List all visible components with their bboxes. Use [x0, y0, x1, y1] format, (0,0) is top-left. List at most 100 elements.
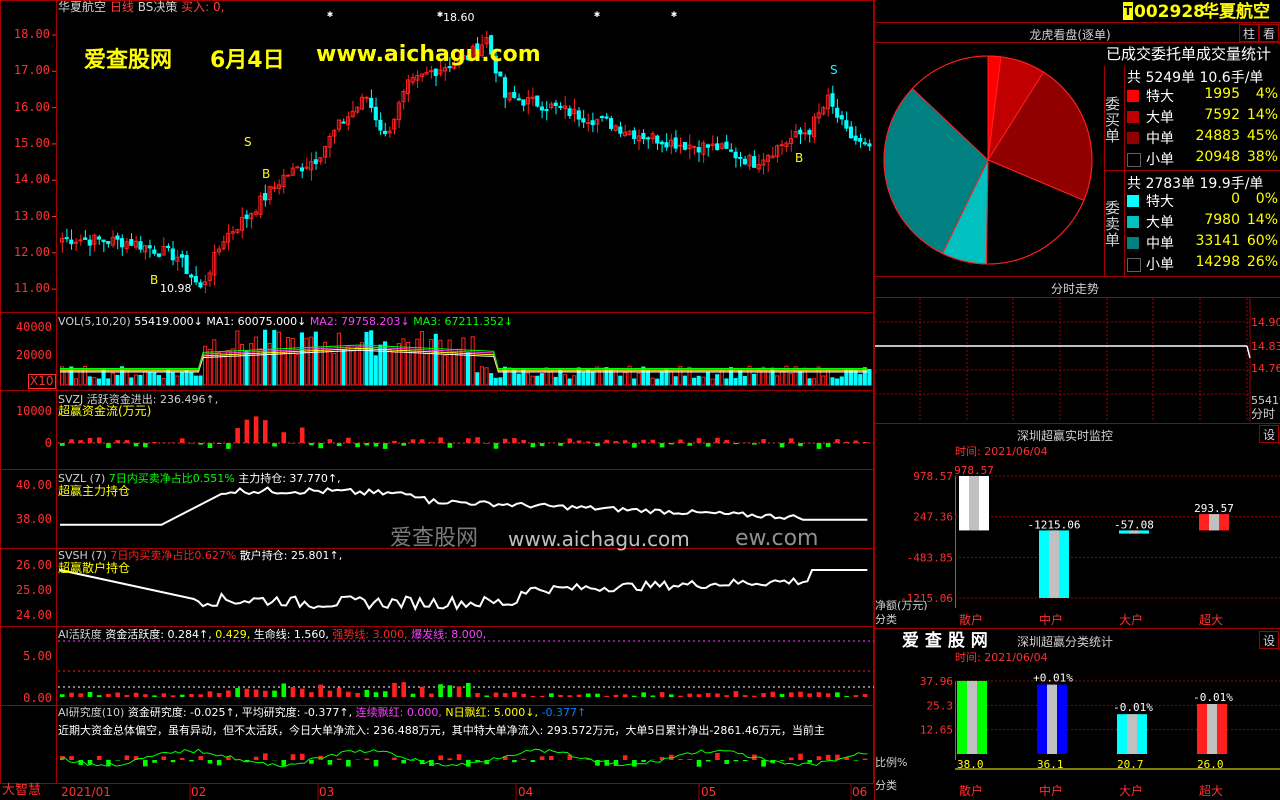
rt-category-label: 中户: [1039, 612, 1063, 627]
candle-body: [742, 158, 747, 165]
activity-bar: [106, 693, 111, 697]
intraday-chart[interactable]: [875, 298, 1280, 422]
volume-bar: [466, 352, 471, 386]
volume-bar: [775, 375, 780, 386]
volume-bar: [650, 377, 655, 386]
activity-bar: [364, 689, 370, 697]
row-name: 中单: [1146, 236, 1174, 252]
activity-bar: [632, 695, 637, 697]
volume-bar: [498, 377, 503, 386]
candle-body: [696, 147, 701, 153]
activity-bar: [613, 694, 619, 697]
classification-settings-button[interactable]: 设: [1259, 631, 1279, 649]
candle-body: [738, 156, 743, 159]
activity-bar: [558, 694, 563, 697]
air-red-n: N日飘红: 5.000↓,: [445, 706, 538, 719]
fund-flow-bar: [567, 438, 573, 443]
stock-name: 华夏航空: [58, 0, 107, 14]
cls-bar-change: -0.01%: [1193, 691, 1233, 704]
volume-bar: [235, 330, 240, 386]
candle-body: [645, 137, 651, 140]
candle-body: [498, 71, 503, 77]
fund-flow-bar: [678, 439, 683, 443]
volume-bar: [858, 374, 863, 386]
volume-bar: [272, 329, 277, 386]
candle-body: [862, 142, 867, 145]
volume-bar: [106, 378, 111, 386]
volume-bar: [336, 332, 341, 386]
volume-bar: [110, 372, 115, 386]
row-name: 特大: [1146, 194, 1174, 210]
view-toggle-button[interactable]: 看: [1259, 24, 1279, 42]
volume-bar: [415, 338, 420, 386]
app-brand-corner: 大智慧: [2, 783, 42, 798]
activity-bar: [669, 694, 674, 697]
sell-side-label: 委卖单: [1105, 199, 1121, 249]
research-bar: [539, 756, 545, 760]
activity-bar: [87, 691, 93, 697]
research-bar: [456, 754, 462, 760]
volume-bar: [350, 350, 355, 386]
activity-bar: [835, 692, 840, 697]
volume-bar: [258, 348, 263, 386]
candle-body: [166, 245, 171, 249]
research-bar: [438, 755, 443, 760]
rt-bar-highlight: [969, 476, 979, 531]
air-research: 资金研究度: -0.025↑,: [127, 706, 239, 719]
vol-ma-line: [60, 344, 868, 369]
candle-body: [678, 144, 683, 147]
volume-bar: [627, 365, 632, 386]
indicator-name[interactable]: BS决策: [138, 0, 178, 14]
svsh-holding: 散户持仓: 25.801↑,: [239, 549, 343, 562]
activity-bar: [779, 693, 785, 697]
candle-body: [779, 144, 784, 147]
activity-bar: [327, 690, 333, 697]
watermark-site: 爱查股网: [84, 48, 173, 73]
fund-flow-bar: [447, 443, 453, 448]
research-bar: [309, 760, 314, 764]
activity-bar: [853, 695, 859, 697]
research-bar: [336, 758, 342, 760]
activity-bar: [235, 688, 240, 697]
sell-signal-s2: S: [830, 63, 838, 77]
activity-bar: [502, 693, 508, 697]
realtime-settings-button[interactable]: 设: [1259, 425, 1279, 443]
rt-bar-highlight: [1049, 530, 1059, 598]
volume-bar: [549, 370, 554, 386]
research-bar: [373, 760, 379, 767]
volume-bar: [572, 375, 577, 386]
activity-bar: [401, 682, 407, 697]
volume-bar: [387, 348, 392, 386]
fund-flow-bar: [106, 443, 111, 448]
activity-bar: [761, 693, 766, 697]
research-bar: [299, 753, 305, 760]
period-label[interactable]: 日线: [110, 0, 134, 14]
candle-body: [78, 239, 83, 242]
candle-body: [193, 276, 198, 283]
research-bar: [678, 758, 683, 760]
candle-body: [558, 105, 563, 108]
buy-signal-b1: B: [150, 273, 159, 287]
ai-research-header: AI研究度(10) 资金研究度: -0.025↑, 平均研究度: -0.377↑…: [58, 706, 586, 719]
classification-brand: 爱 查 股 网: [902, 631, 988, 651]
volume-bar: [364, 331, 369, 386]
research-bar: [189, 760, 194, 762]
candle-body: [129, 239, 134, 246]
fund-flow-bar: [715, 437, 720, 443]
volume-bar: [429, 339, 434, 386]
svsh-axis-26: 26.00: [15, 558, 52, 572]
ai-activity-header: AI活跃度 资金活跃度: 0.284↑, 0.429, 生命线: 1.560, …: [58, 628, 486, 641]
candle-body: [664, 142, 669, 148]
research-bar: [853, 760, 859, 761]
research-bar: [115, 760, 120, 761]
realtime-monitor-title: 深圳超赢实时监控: [1016, 429, 1113, 443]
legend-swatch: [1127, 132, 1139, 144]
bar-view-button[interactable]: 柱: [1239, 24, 1259, 42]
fenshi-tab[interactable]: 分时: [1251, 408, 1275, 421]
activity-bar: [410, 693, 416, 697]
volume-bar: [212, 339, 217, 386]
volume-bar: [784, 365, 789, 386]
star-mark: ✱: [594, 9, 600, 20]
volume-bar: [710, 378, 715, 386]
research-bar: [779, 760, 785, 761]
